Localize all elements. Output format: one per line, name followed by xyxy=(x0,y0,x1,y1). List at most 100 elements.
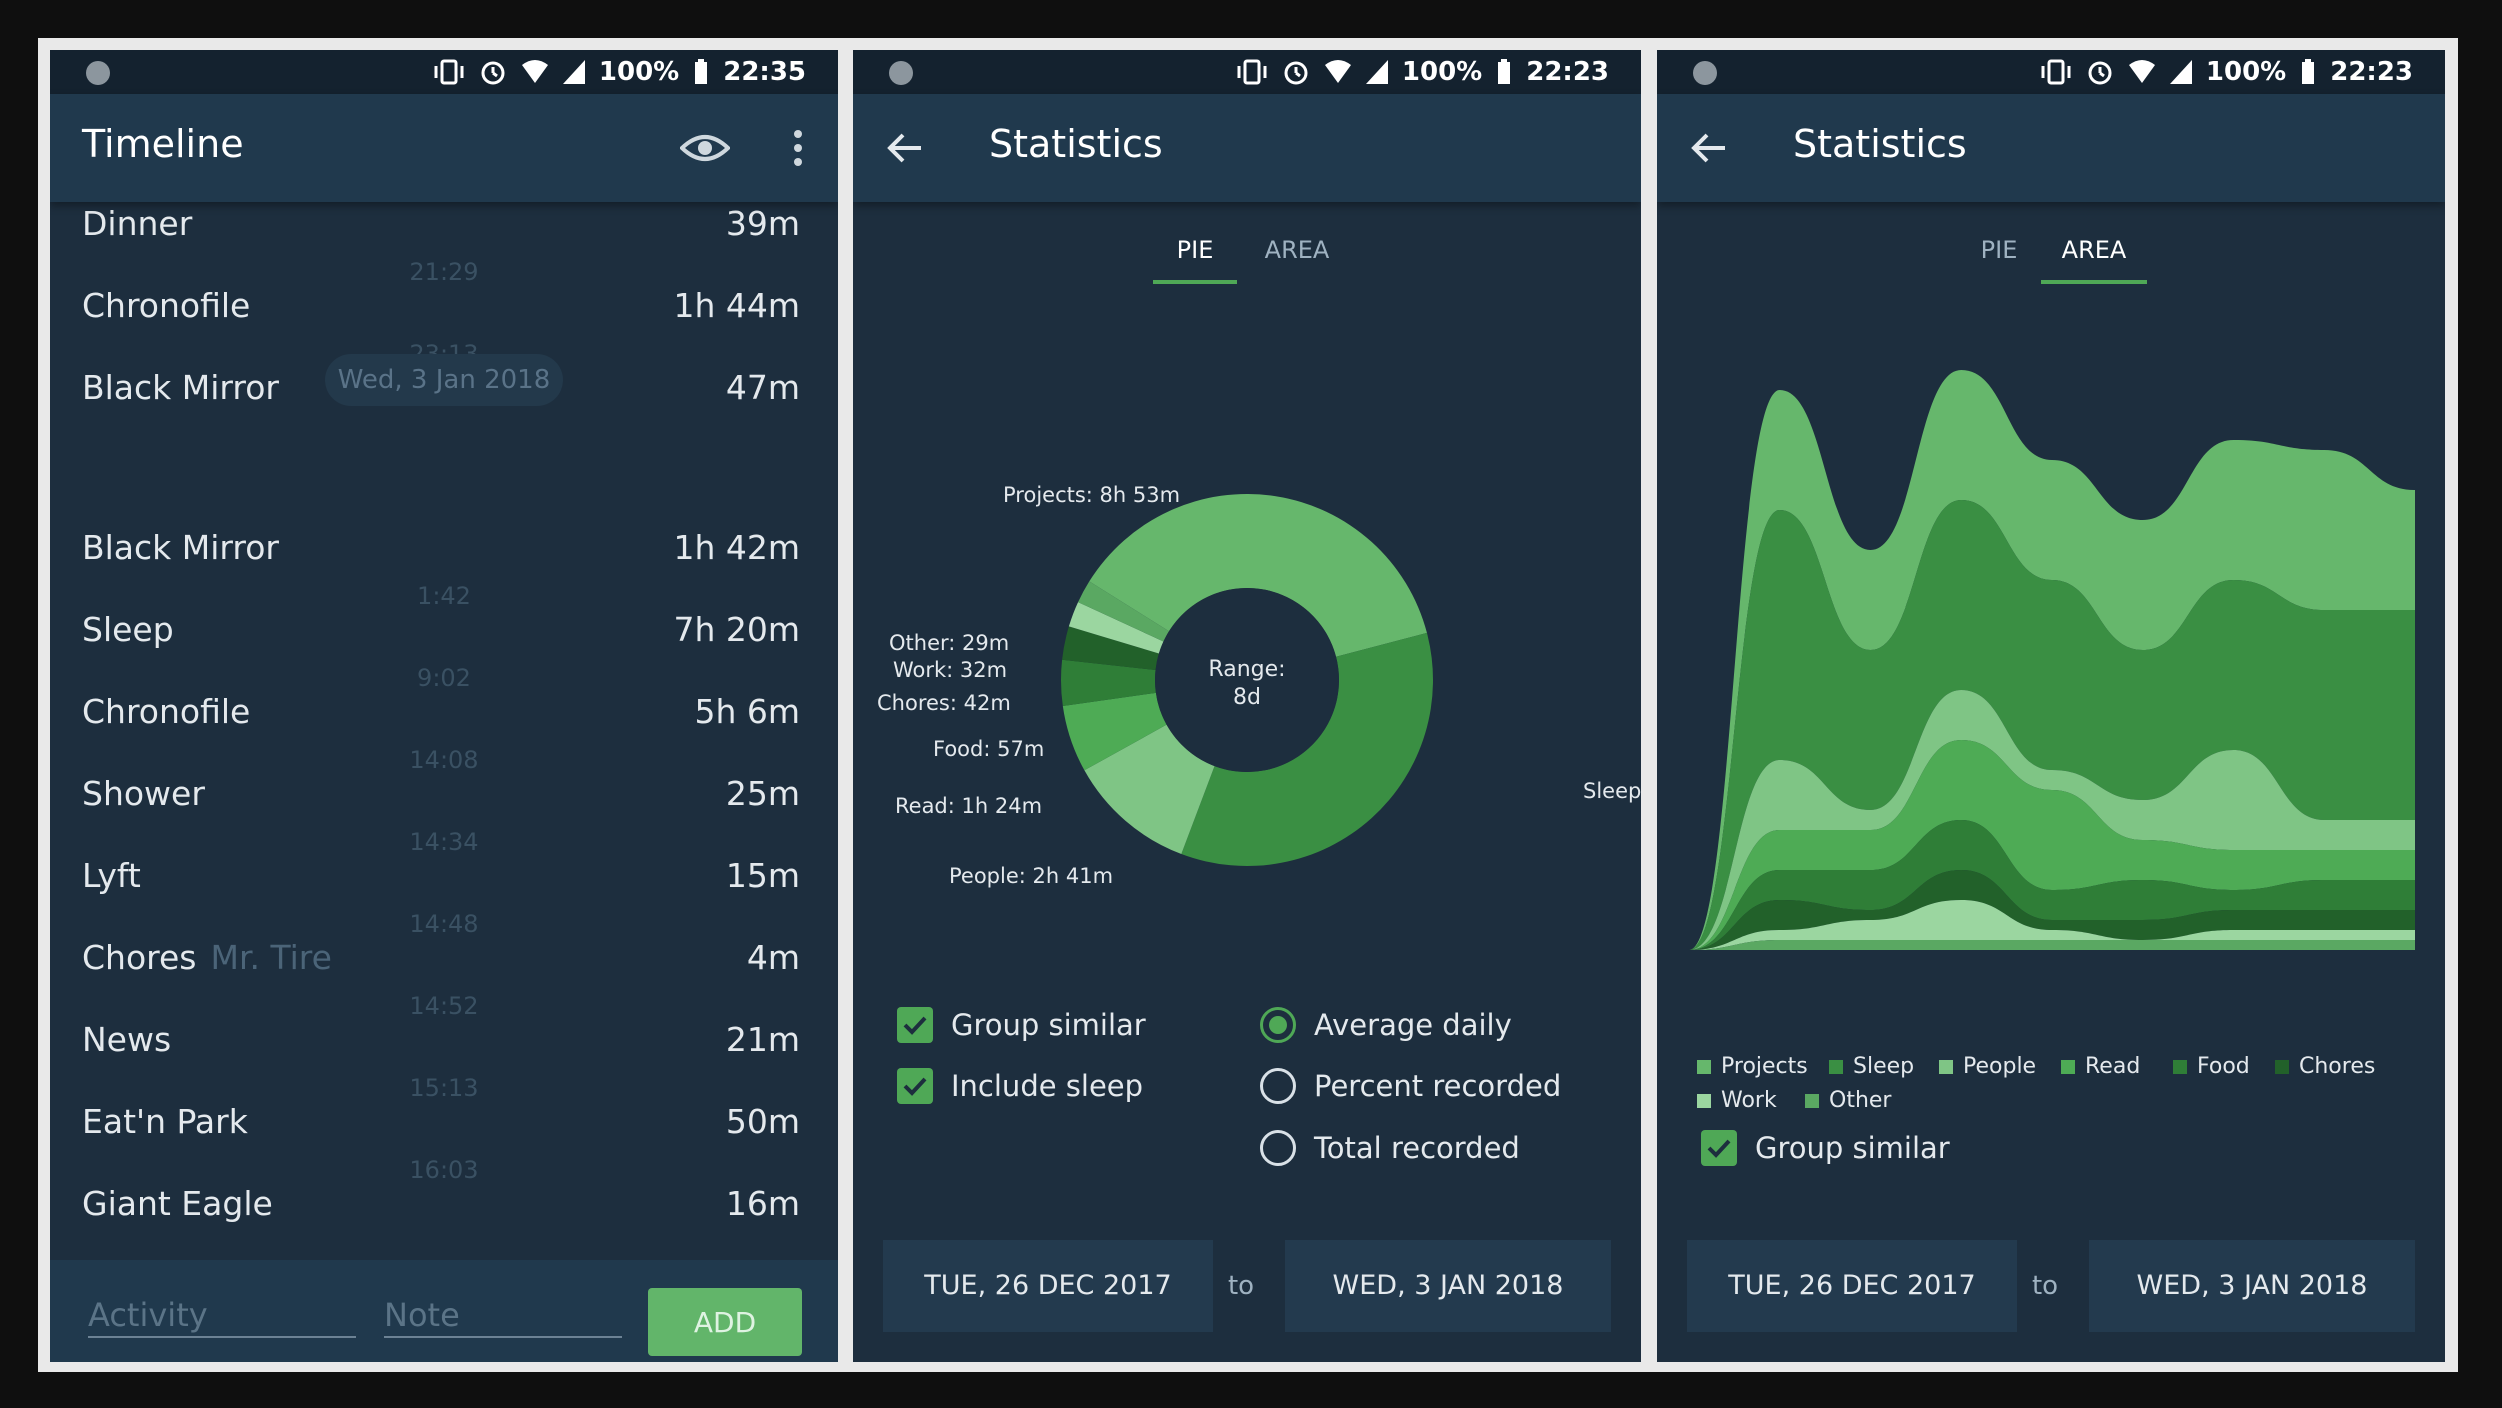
activity-duration: 1h 44m xyxy=(673,286,800,325)
list-item[interactable]: Chores Mr. Tire 4m xyxy=(50,938,838,988)
activity-name: Giant Eagle xyxy=(82,1184,273,1223)
group-similar-option[interactable]: Group similar xyxy=(897,1007,1146,1043)
time-marker: 16:03 xyxy=(409,1156,479,1184)
battery-icon xyxy=(1498,59,1511,84)
page-title: Statistics xyxy=(1793,122,1967,166)
tab-area[interactable]: AREA xyxy=(1251,222,1343,292)
end-date-button[interactable]: WED, 3 JAN 2018 xyxy=(1285,1240,1611,1332)
list-item[interactable]: Black Mirror 1h 42m xyxy=(50,528,838,578)
legend-item: Other xyxy=(1805,1088,1891,1113)
percent-recorded-option[interactable]: Percent recorded xyxy=(1260,1068,1561,1104)
activity-note: Mr. Tire xyxy=(210,938,332,977)
back-arrow-icon[interactable] xyxy=(1685,124,1733,172)
tab-pie[interactable]: PIE xyxy=(1957,222,2041,292)
legend-swatch xyxy=(2173,1059,2187,1074)
average-daily-option[interactable]: Average daily xyxy=(1260,1007,1512,1043)
pie-slice-label: Other: 29m xyxy=(889,631,1009,655)
activity-input[interactable] xyxy=(88,1294,356,1338)
legend-label: Chores xyxy=(2299,1054,2376,1079)
time-marker: 14:34 xyxy=(409,828,479,856)
activity-name: Black Mirror xyxy=(82,528,280,567)
legend-item: Chores xyxy=(2275,1054,2375,1079)
pie-slice-label: Sleep: 8h 21m xyxy=(1583,779,1641,803)
note-input[interactable] xyxy=(384,1294,622,1338)
list-item[interactable]: Chronofile 1h 44m xyxy=(50,286,838,336)
activity-duration: 16m xyxy=(725,1184,800,1223)
activity-name: Chronofile xyxy=(82,692,251,731)
list-item[interactable]: Shower 25m xyxy=(50,774,838,824)
end-date-button[interactable]: WED, 3 JAN 2018 xyxy=(2089,1240,2415,1332)
activity-duration: 7h 20m xyxy=(673,610,800,649)
activity-name: Black Mirror xyxy=(82,368,280,407)
group-similar-checkbox[interactable] xyxy=(1701,1130,1737,1166)
battery-percent: 100% xyxy=(2205,57,2287,87)
alarm-icon xyxy=(2088,61,2112,85)
legend-item: People xyxy=(1939,1054,2036,1079)
wifi-icon xyxy=(521,60,548,83)
time-marker: 21:29 xyxy=(409,258,479,286)
time-marker: 1:42 xyxy=(417,582,471,610)
add-button[interactable]: ADD xyxy=(648,1288,802,1356)
donut-center-value: 8d xyxy=(1233,685,1261,710)
list-item[interactable]: News 21m xyxy=(50,1020,838,1070)
legend-swatch xyxy=(1805,1093,1819,1108)
legend-swatch xyxy=(1829,1059,1843,1074)
legend-item: Work xyxy=(1697,1088,1777,1113)
activity-duration: 15m xyxy=(725,856,800,895)
list-item[interactable]: Eat'n Park 50m xyxy=(50,1102,838,1152)
time-marker: 14:52 xyxy=(409,992,479,1020)
percent-recorded-radio[interactable] xyxy=(1260,1068,1296,1104)
time-marker: 9:02 xyxy=(417,664,471,692)
start-date-button[interactable]: TUE, 26 DEC 2017 xyxy=(883,1240,1213,1332)
list-item[interactable]: Lyft 15m xyxy=(50,856,838,906)
legend-label: Read xyxy=(2085,1054,2141,1079)
total-recorded-option[interactable]: Total recorded xyxy=(1260,1130,1520,1166)
time-marker: 15:13 xyxy=(409,1074,479,1102)
notification-dot-icon xyxy=(86,61,110,85)
activity-name: Shower xyxy=(82,774,205,813)
start-date-button[interactable]: TUE, 26 DEC 2017 xyxy=(1687,1240,2017,1332)
include-sleep-checkbox[interactable] xyxy=(897,1068,933,1104)
activity-name: Dinner xyxy=(82,204,193,243)
signal-icon xyxy=(2169,60,2192,84)
signal-icon xyxy=(562,60,585,84)
signal-icon xyxy=(1365,60,1388,84)
legend-swatch xyxy=(1697,1059,1711,1074)
pie-slice-label: People: 2h 41m xyxy=(949,864,1113,888)
total-recorded-radio[interactable] xyxy=(1260,1130,1296,1166)
tab-area[interactable]: AREA xyxy=(2041,222,2147,292)
list-item[interactable]: Chronofile 5h 6m xyxy=(50,692,838,742)
to-label: to xyxy=(2031,1271,2059,1301)
activity-name: News xyxy=(82,1020,172,1059)
list-item[interactable]: Dinner 39m xyxy=(50,204,838,254)
activity-duration: 39m xyxy=(725,204,800,243)
include-sleep-option[interactable]: Include sleep xyxy=(897,1068,1143,1104)
time-marker: 14:48 xyxy=(409,910,479,938)
activity-name: Chores xyxy=(82,938,197,977)
area-series xyxy=(1689,940,2415,950)
notification-dot-icon xyxy=(889,61,913,85)
date-separator: Wed, 3 Jan 2018 xyxy=(325,354,563,406)
date-range-bar: TUE, 26 DEC 2017 to WED, 3 JAN 2018 xyxy=(1657,1240,2445,1340)
vibrate-icon xyxy=(2041,59,2071,85)
back-arrow-icon[interactable] xyxy=(881,124,929,172)
legend-label: People xyxy=(1963,1054,2037,1079)
group-similar-option[interactable]: Group similar xyxy=(1701,1130,1950,1166)
eye-icon[interactable] xyxy=(680,126,730,170)
page-title: Statistics xyxy=(989,122,1163,166)
statistics-area-screen: 100% 22:23 Statistics PIE AREA Projects S… xyxy=(1657,50,2445,1362)
pie-slice-label: Read: 1h 24m xyxy=(895,794,1042,818)
statistics-pie-screen: 100% 22:23 Statistics PIE AREA Projects:… xyxy=(853,50,1641,1362)
legend-swatch xyxy=(1939,1059,1953,1074)
more-options-icon[interactable] xyxy=(788,124,808,172)
list-item[interactable]: Giant Eagle 16m xyxy=(50,1184,838,1234)
donut-center-label: Range: xyxy=(1208,657,1285,682)
status-bar: 100% 22:23 xyxy=(1657,50,2445,94)
pie-slice-label: Projects: 8h 53m xyxy=(1003,483,1180,507)
average-daily-radio[interactable] xyxy=(1260,1007,1296,1043)
date-range-bar: TUE, 26 DEC 2017 to WED, 3 JAN 2018 xyxy=(853,1240,1641,1340)
group-similar-checkbox[interactable] xyxy=(897,1007,933,1043)
tab-pie[interactable]: PIE xyxy=(1153,222,1237,292)
list-item[interactable]: Sleep 7h 20m xyxy=(50,610,838,660)
activity-duration: 4m xyxy=(746,938,800,977)
